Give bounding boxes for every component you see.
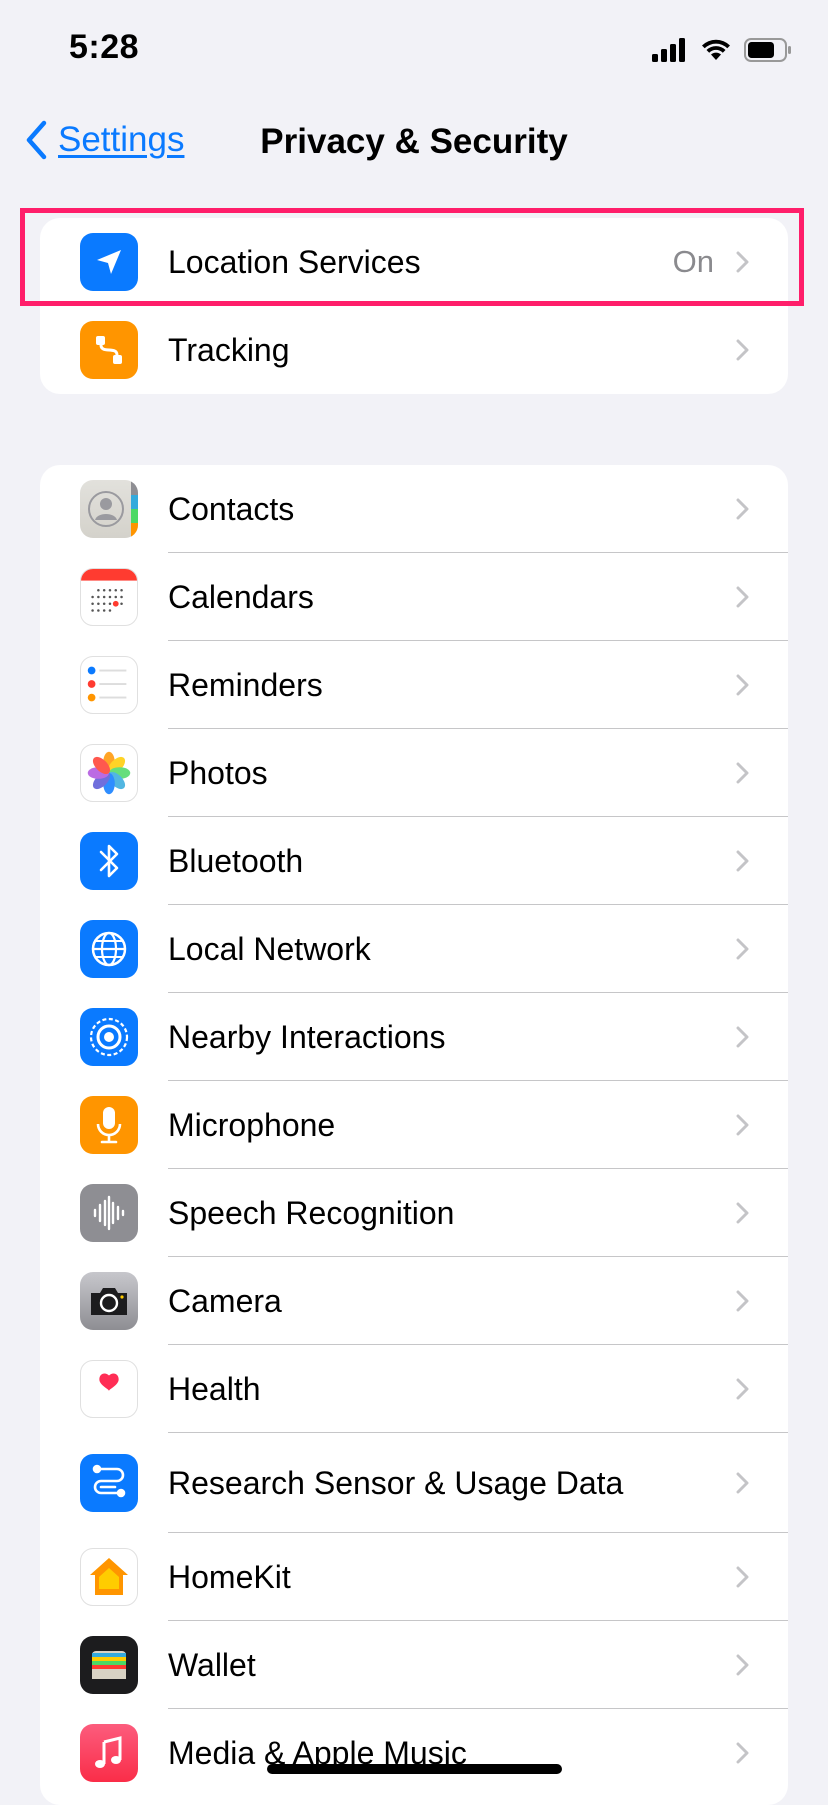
tracking-icon (80, 321, 138, 379)
chevron-right-icon (736, 251, 749, 273)
row-wallet[interactable]: Wallet (40, 1621, 788, 1709)
row-label: Reminders (168, 666, 323, 703)
chevron-right-icon (736, 1742, 749, 1764)
row-label: Camera (168, 1282, 282, 1319)
row-label: Nearby Interactions (168, 1018, 446, 1055)
waveform-icon (80, 1184, 138, 1242)
row-label: Location Services (168, 243, 421, 280)
row-label: Wallet (168, 1646, 256, 1683)
reminders-icon (80, 656, 138, 714)
row-reminders[interactable]: Reminders (40, 641, 788, 729)
row-microphone[interactable]: Microphone (40, 1081, 788, 1169)
photos-icon (80, 744, 138, 802)
status-bar: 5:28 (0, 0, 828, 100)
row-media-apple-music[interactable]: Media & Apple Music (40, 1709, 788, 1797)
bluetooth-icon (80, 832, 138, 890)
row-location-services[interactable]: Location Services On (40, 218, 788, 306)
row-label: Photos (168, 754, 268, 791)
group-location-tracking: Location Services On Tracking (40, 218, 788, 394)
chevron-right-icon (736, 1202, 749, 1224)
location-arrow-icon (80, 233, 138, 291)
chevron-right-icon (736, 1290, 749, 1312)
row-nearby-interactions[interactable]: Nearby Interactions (40, 993, 788, 1081)
chevron-right-icon (736, 850, 749, 872)
chevron-right-icon (736, 498, 749, 520)
microphone-icon (80, 1096, 138, 1154)
row-label: Calendars (168, 578, 314, 615)
calendar-icon (80, 568, 138, 626)
row-label: Contacts (168, 490, 295, 527)
row-label: Health (168, 1370, 261, 1407)
music-note-icon (80, 1724, 138, 1782)
row-label: HomeKit (168, 1558, 291, 1595)
group-app-permissions: Contacts Calendars Reminders Photos Blue… (40, 465, 788, 1805)
heart-icon (80, 1360, 138, 1418)
chevron-right-icon (736, 339, 749, 361)
status-icons (652, 36, 792, 64)
cellular-signal-icon (652, 38, 685, 62)
chevron-right-icon (736, 1472, 749, 1494)
row-bluetooth[interactable]: Bluetooth (40, 817, 788, 905)
row-photos[interactable]: Photos (40, 729, 788, 817)
row-speech-recognition[interactable]: Speech Recognition (40, 1169, 788, 1257)
row-local-network[interactable]: Local Network (40, 905, 788, 993)
chevron-right-icon (736, 1114, 749, 1136)
chevron-right-icon (736, 1026, 749, 1048)
globe-icon (80, 920, 138, 978)
nearby-icon (80, 1008, 138, 1066)
home-icon (80, 1548, 138, 1606)
row-label: Local Network (168, 930, 371, 967)
chevron-right-icon (736, 1654, 749, 1676)
row-label: Bluetooth (168, 842, 304, 879)
camera-icon (80, 1272, 138, 1330)
row-homekit[interactable]: HomeKit (40, 1533, 788, 1621)
row-calendars[interactable]: Calendars (40, 553, 788, 641)
status-time: 5:28 (69, 28, 140, 66)
wallet-icon (80, 1636, 138, 1694)
research-icon (80, 1454, 138, 1512)
row-camera[interactable]: Camera (40, 1257, 788, 1345)
chevron-right-icon (736, 938, 749, 960)
battery-icon (744, 38, 791, 62)
contacts-icon (80, 480, 138, 538)
row-tracking[interactable]: Tracking (40, 306, 788, 394)
page-title: Privacy & Security (260, 122, 568, 161)
navigation-bar: Settings Privacy & Security (0, 100, 828, 182)
row-label: Microphone (168, 1106, 336, 1143)
row-health[interactable]: Health (40, 1345, 788, 1433)
chevron-right-icon (736, 762, 749, 784)
row-label: Speech Recognition (168, 1194, 455, 1231)
row-research-sensor[interactable]: Research Sensor & Usage Data (40, 1433, 788, 1533)
home-indicator[interactable] (267, 1764, 562, 1774)
row-value: On (672, 244, 714, 279)
row-label: Research Sensor & Usage Data (168, 1464, 624, 1501)
chevron-right-icon (736, 586, 749, 608)
row-contacts[interactable]: Contacts (40, 465, 788, 553)
chevron-right-icon (736, 674, 749, 696)
wifi-icon (702, 39, 730, 60)
chevron-right-icon (736, 1566, 749, 1588)
chevron-right-icon (736, 1378, 749, 1400)
row-label: Tracking (168, 331, 290, 368)
